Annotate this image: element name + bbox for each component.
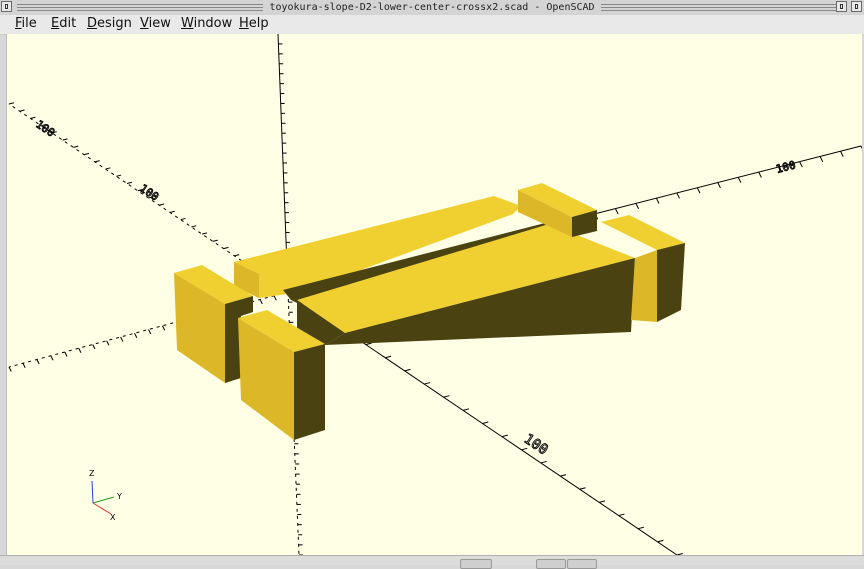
axis-tick <box>657 539 664 543</box>
axis-tick <box>191 225 197 228</box>
window-menu-button[interactable] <box>1 1 12 12</box>
axis-tick <box>424 382 431 385</box>
left-front-block-side <box>294 344 325 440</box>
y-axis-tick-label-far: 100 <box>33 118 57 140</box>
axis-tick <box>19 109 25 112</box>
title-bar-grip[interactable] <box>17 4 847 11</box>
axis-tick <box>8 102 14 105</box>
axis-tick <box>22 363 26 368</box>
axis-tick <box>36 359 40 365</box>
axis-tick <box>202 232 208 235</box>
menu-help[interactable]: Help <box>239 16 269 32</box>
axis-tick <box>696 187 701 194</box>
y-axis-neg-tick-label: 100 <box>521 431 551 458</box>
axis-tick <box>106 340 110 346</box>
menu-file[interactable]: File <box>15 16 37 32</box>
model <box>174 183 685 440</box>
3d-viewport[interactable]: 100 100 100 100 Z Y X <box>6 34 862 555</box>
right-block-front <box>631 250 657 322</box>
title-bar: toyokura-slope-D2-lower-center-crossx2.s… <box>0 0 864 16</box>
axis-tick <box>521 447 528 451</box>
right-block-side <box>657 243 685 322</box>
menu-view[interactable]: View <box>140 16 171 32</box>
axis-gizmo: Z Y X <box>89 469 122 522</box>
axis-tick <box>462 408 469 411</box>
axis-tick <box>385 355 392 359</box>
axis-tick <box>30 116 36 119</box>
axis-tick <box>94 160 100 163</box>
axis-tick <box>83 152 90 156</box>
maximize-button[interactable] <box>851 1 862 12</box>
axis-tick <box>614 208 619 215</box>
axis-tick <box>120 336 124 342</box>
axis-tick <box>105 167 111 170</box>
axis-tick <box>78 348 82 353</box>
axis-tick <box>148 329 152 335</box>
axis-tick <box>73 145 79 148</box>
axis-tick <box>799 161 803 168</box>
axis-tick <box>273 295 277 301</box>
axis-tick <box>259 299 263 305</box>
x-axis-tick-label: 100 <box>775 158 797 175</box>
axis-tick <box>618 513 625 517</box>
toolbar-button-2[interactable] <box>536 559 566 569</box>
gizmo-x-label: X <box>110 513 116 522</box>
menu-edit[interactable]: Edit <box>51 16 76 32</box>
axis-tick <box>169 210 175 213</box>
axis-tick <box>50 355 54 361</box>
gizmo-y-axis <box>92 496 115 504</box>
axis-tick <box>737 177 742 183</box>
menu-window[interactable]: Window <box>181 16 232 32</box>
axis-tick <box>365 342 372 346</box>
axis-tick <box>560 474 567 477</box>
axis-tick <box>62 138 68 141</box>
toolbar-button-1[interactable] <box>460 559 492 569</box>
gizmo-z-label: Z <box>89 469 95 478</box>
axis-tick <box>819 156 824 163</box>
axis-tick <box>92 344 96 350</box>
axis-tick <box>635 203 640 209</box>
axis-tick <box>180 217 186 221</box>
axis-tick <box>637 526 645 530</box>
gizmo-y-label: Y <box>116 492 122 501</box>
axis-tick <box>860 145 862 150</box>
axis-tick <box>655 197 660 204</box>
axis-tick <box>134 333 138 338</box>
axis-tick <box>758 171 762 178</box>
axis-tick <box>482 421 489 424</box>
right-block-top <box>601 215 685 250</box>
gizmo-z-axis <box>91 480 94 504</box>
axis-tick <box>8 366 12 372</box>
menu-bar: File Edit Design View Window Help <box>0 15 864 35</box>
gizmo-x-axis <box>92 502 112 515</box>
axis-tick <box>159 203 165 206</box>
axis-tick <box>579 487 586 490</box>
axis-tick <box>116 174 122 177</box>
axis-tick <box>717 182 721 189</box>
axis-tick <box>126 181 133 185</box>
menu-design[interactable]: Design <box>87 16 132 32</box>
axis-tick <box>404 368 411 372</box>
toolbar-button-3[interactable] <box>567 559 597 569</box>
axis-tick <box>840 150 844 157</box>
axis-tick <box>212 239 218 242</box>
axis-tick <box>162 325 166 331</box>
axis-tick <box>599 500 606 503</box>
axis-tick <box>223 246 229 250</box>
axis-tick <box>64 351 68 357</box>
minimize-button[interactable] <box>836 1 847 12</box>
axis-tick <box>443 395 450 398</box>
axis-tick <box>540 460 547 464</box>
y-axis-tick-label-mid: 100 <box>137 182 161 204</box>
axis-tick <box>234 254 240 257</box>
axis-tick <box>501 434 508 438</box>
axis-tick <box>676 192 680 199</box>
